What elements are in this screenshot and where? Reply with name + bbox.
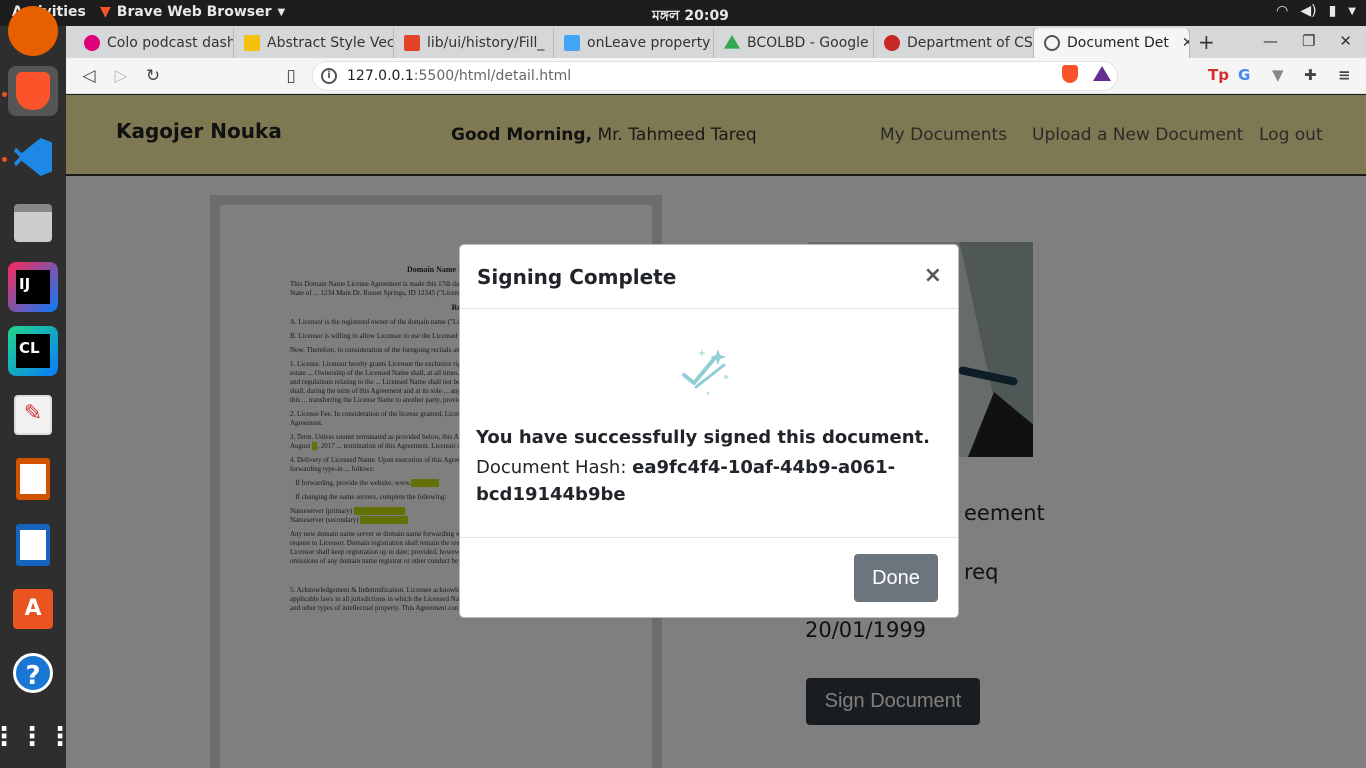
impress-icon[interactable] <box>8 454 58 504</box>
tab-favicon-icon <box>404 35 420 51</box>
software-center-icon[interactable]: A <box>8 584 58 634</box>
tab-department-cs[interactable]: Department of CS <box>874 28 1034 58</box>
globe-icon <box>1044 35 1060 51</box>
files-icon[interactable] <box>8 198 58 248</box>
new-tab-button[interactable]: + <box>1198 30 1215 54</box>
maximize-icon[interactable]: ❐ <box>1302 32 1315 50</box>
minimize-icon[interactable]: — <box>1263 32 1278 50</box>
tab-label: Department of CS <box>907 35 1033 51</box>
extension-tp-icon[interactable]: Tp <box>1208 66 1229 84</box>
address-bar[interactable]: i 127.0.0.1:5500/html/detail.html <box>312 61 1118 91</box>
clock[interactable]: মঙ্গল 20:09 <box>652 4 729 28</box>
url-host: 127.0.0.1 <box>347 68 414 84</box>
tab-gitlab-history[interactable]: lib/ui/history/Fill_ <box>394 28 554 58</box>
url-path: :5500/html/detail.html <box>413 68 572 84</box>
brave-icon[interactable] <box>8 66 58 116</box>
firefox-icon[interactable] <box>8 6 58 56</box>
tab-favicon-icon <box>564 35 580 51</box>
tab-label: Document Det <box>1067 35 1169 51</box>
bookmark-icon[interactable]: ▯ <box>280 65 302 87</box>
modal-body: You have successfully signed this docume… <box>460 309 958 538</box>
dock: IJ CL ✎ A ? ⋮⋮⋮ <box>0 6 73 768</box>
chevron-down-icon: ▼ <box>1348 5 1356 17</box>
clion-icon[interactable]: CL <box>8 326 58 376</box>
reload-icon[interactable]: ↻ <box>142 65 164 87</box>
system-top-bar: Activities ▼ Brave Web Browser ▼ মঙ্গল 2… <box>0 0 1366 26</box>
browser-tab-bar: Colo podcast dash Abstract Style Vec lib… <box>66 26 1366 58</box>
hash-label: Document Hash: <box>476 457 633 478</box>
volume-icon: ◀) <box>1300 3 1317 19</box>
browser-toolbar: ◁ ▷ ↻ ▯ i 127.0.0.1:5500/html/detail.htm… <box>66 58 1366 94</box>
app-menu-label: Brave Web Browser <box>116 4 272 20</box>
tab-bcolbd-google[interactable]: BCOLBD - Google <box>714 28 874 58</box>
running-indicator <box>2 92 7 97</box>
extension-v-icon[interactable]: ▼ <box>1272 66 1284 84</box>
site-info-icon[interactable]: i <box>321 68 337 84</box>
app-menu[interactable]: ▼ Brave Web Browser ▼ <box>100 4 285 20</box>
signing-complete-modal: Signing Complete × You have successfully… <box>459 244 959 618</box>
tab-label: lib/ui/history/Fill_ <box>427 35 545 51</box>
window-controls: — ❐ ✕ <box>1263 32 1352 50</box>
modal-header: Signing Complete × <box>460 245 958 309</box>
brave-lion-icon: ▼ <box>100 4 111 20</box>
menu-icon[interactable]: ≡ <box>1338 66 1351 84</box>
system-tray[interactable]: ◠ ◀) ▮ ▼ <box>1276 3 1356 19</box>
modal-title: Signing Complete <box>477 265 677 289</box>
forward-icon[interactable]: ▷ <box>110 65 132 87</box>
back-icon[interactable]: ◁ <box>78 65 100 87</box>
pdf-viewer-icon[interactable]: ✎ <box>8 390 58 440</box>
writer-icon[interactable] <box>8 520 58 570</box>
tab-favicon-icon <box>724 35 740 49</box>
running-indicator <box>2 157 7 162</box>
wifi-icon: ◠ <box>1276 3 1289 19</box>
extensions-puzzle-icon[interactable]: ✚ <box>1304 66 1317 84</box>
battery-icon: ▮ <box>1328 3 1337 19</box>
tab-favicon-icon <box>884 35 900 51</box>
sparkle-checkmark-icon <box>682 349 728 395</box>
intellij-icon[interactable]: IJ <box>8 262 58 312</box>
done-button[interactable]: Done <box>854 554 938 602</box>
tab-abstract-style[interactable]: Abstract Style Vec <box>234 28 394 58</box>
tab-label: BCOLBD - Google <box>747 35 869 51</box>
close-icon[interactable]: × <box>924 263 942 288</box>
tab-label: onLeave property <box>587 35 711 51</box>
tab-label: Abstract Style Vec <box>267 35 394 51</box>
tab-favicon-icon <box>84 35 100 51</box>
vscode-icon[interactable] <box>8 132 58 182</box>
brave-rewards-icon[interactable] <box>1093 66 1111 81</box>
tab-close-icon[interactable]: ✕ <box>1182 35 1189 51</box>
translate-extension-icon[interactable]: G <box>1238 66 1250 84</box>
chevron-down-icon: ▼ <box>277 6 286 18</box>
tab-favicon-icon <box>244 35 260 51</box>
success-message: You have successfully signed this docume… <box>476 427 930 448</box>
brave-shields-icon[interactable] <box>1062 65 1078 83</box>
help-icon[interactable]: ? <box>8 648 58 698</box>
url-text: 127.0.0.1:5500/html/detail.html <box>347 68 571 84</box>
tab-document-detail[interactable]: Document Det ✕ <box>1034 28 1190 58</box>
close-window-icon[interactable]: ✕ <box>1339 32 1352 50</box>
tab-label: Colo podcast dash <box>107 35 234 51</box>
tab-colo-podcast[interactable]: Colo podcast dash <box>74 28 234 58</box>
tab-onleave-property[interactable]: onLeave property <box>554 28 714 58</box>
show-applications-icon[interactable]: ⋮⋮⋮ <box>0 712 73 762</box>
document-hash: Document Hash: ea9fc4f4-10af-44b9-a061-b… <box>476 454 936 508</box>
